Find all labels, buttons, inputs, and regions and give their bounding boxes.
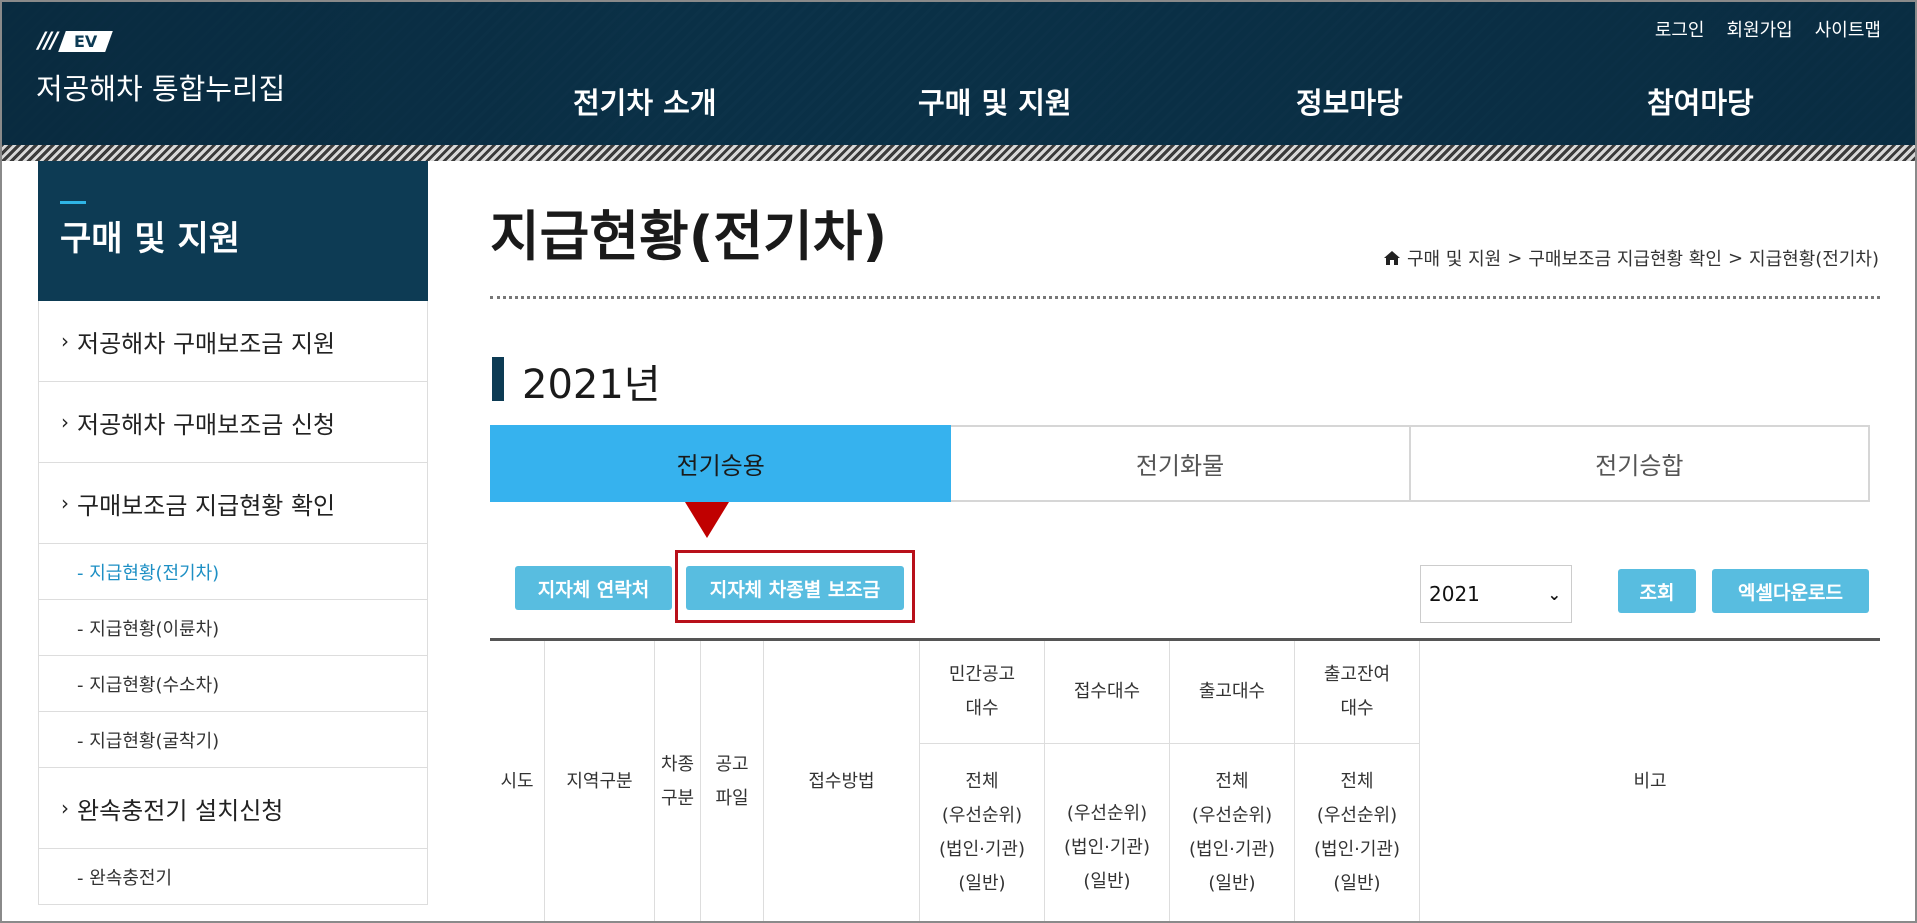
chevron-right-icon: ›: [61, 410, 69, 434]
sidebar-item-subsidy-apply[interactable]: › 저공해차 구매보조금 신청: [39, 382, 427, 463]
utility-menu: 로그인 회원가입 사이트맵: [1655, 16, 1881, 42]
header-divider: [0, 145, 1917, 161]
col-header-released: 출고대수: [1170, 641, 1295, 744]
vehicle-type-tabs: 전기승용 전기화물 전기승합: [490, 425, 1870, 502]
sidebar-header: 구매 및 지원: [38, 161, 428, 301]
year-select[interactable]: 2021 ⌄: [1420, 565, 1572, 623]
annotation-highlight-box: [675, 550, 915, 623]
sitemap-link[interactable]: 사이트맵: [1815, 16, 1881, 42]
col-header-remaining: 출고잔여 대수: [1295, 641, 1420, 744]
nav-info[interactable]: 정보마당: [1296, 80, 1403, 122]
subheader-public-notice: 전체 (우선순위) (법인·기관) (일반): [920, 744, 1045, 923]
nav-ev-intro[interactable]: 전기차 소개: [573, 80, 717, 122]
col-header-notice-file: 공고 파일: [701, 641, 764, 923]
sidebar-accent: [60, 201, 86, 204]
chevron-right-icon: ›: [61, 329, 69, 353]
breadcrumb-item[interactable]: 지급현황(전기차): [1749, 245, 1879, 271]
breadcrumb-item[interactable]: 구매 및 지원: [1407, 245, 1501, 271]
chevron-down-icon: ⌄: [1547, 584, 1561, 604]
chevron-right-icon: ›: [61, 491, 69, 515]
site-header: /// EV 저공해차 통합누리집 로그인 회원가입 사이트맵 전기차 소개 구…: [0, 0, 1917, 145]
logo-ev-badge: EV: [58, 30, 114, 52]
breadcrumb: 구매 및 지원 > 구매보조금 지급현황 확인 > 지급현황(전기차): [1383, 245, 1879, 271]
site-logo[interactable]: /// EV: [38, 28, 114, 54]
sidebar-item-label: 완속충전기 설치신청: [77, 796, 284, 825]
local-gov-contact-button[interactable]: 지자체 연락처: [515, 566, 672, 610]
sidebar-subitem-hydrogen-status[interactable]: - 지급현황(수소차): [39, 656, 427, 712]
breadcrumb-item[interactable]: 구매보조금 지급현황 확인: [1528, 245, 1722, 271]
breadcrumb-separator: >: [1727, 247, 1744, 269]
header-background: [0, 0, 1917, 145]
sidebar-item-subsidy-support[interactable]: › 저공해차 구매보조금 지원: [39, 301, 427, 382]
login-link[interactable]: 로그인: [1655, 16, 1705, 42]
sidebar-item-label: 저공해차 구매보조금 지원: [77, 329, 336, 358]
page-title: 지급현황(전기차): [490, 205, 888, 268]
col-header-received: 접수대수: [1045, 641, 1170, 744]
col-header-note: 비고: [1420, 641, 1880, 923]
col-header-car-type: 차종 구분: [655, 641, 701, 923]
col-header-public-notice: 민간공고 대수: [920, 641, 1045, 744]
year-heading: 2021년: [522, 362, 661, 408]
excel-download-button[interactable]: 엑셀다운로드: [1712, 569, 1869, 613]
sidebar-menu: › 저공해차 구매보조금 지원 › 저공해차 구매보조금 신청 › 구매보조금 …: [38, 301, 428, 905]
logo-slashes: ///: [38, 28, 58, 54]
chevron-right-icon: ›: [61, 796, 69, 820]
nav-participation[interactable]: 참여마당: [1647, 80, 1754, 122]
col-header-sido: 시도: [490, 641, 545, 923]
subheader-remaining: 전체 (우선순위) (법인·기관) (일반): [1295, 744, 1420, 923]
breadcrumb-separator: >: [1507, 247, 1523, 269]
sidebar-subitem-motorcycle-status[interactable]: - 지급현황(이륜차): [39, 600, 427, 656]
year-select-value: 2021: [1429, 582, 1480, 606]
annotation-arrow-icon: [685, 502, 729, 538]
subheader-received: (우선순위) (법인·기관) (일반): [1045, 744, 1170, 923]
sidebar-subitem-slow-charger[interactable]: - 완속충전기: [39, 849, 427, 905]
subheader-released: 전체 (우선순위) (법인·기관) (일반): [1170, 744, 1295, 923]
site-name[interactable]: 저공해차 통합누리집: [36, 66, 285, 108]
sidebar-item-subsidy-status[interactable]: › 구매보조금 지급현황 확인: [39, 463, 427, 544]
sidebar-item-label: 저공해차 구매보조금 신청: [77, 410, 336, 439]
title-divider: [490, 296, 1880, 299]
col-header-region: 지역구분: [545, 641, 655, 923]
sidebar-title: 구매 및 지원: [60, 219, 241, 259]
home-icon[interactable]: [1383, 250, 1401, 266]
sidebar-subitem-ev-status[interactable]: - 지급현황(전기차): [39, 544, 427, 600]
sidebar-subitem-excavator-status[interactable]: - 지급현황(굴착기): [39, 712, 427, 768]
tab-ev-truck[interactable]: 전기화물: [951, 425, 1411, 502]
sidebar-item-label: 구매보조금 지급현황 확인: [77, 491, 336, 520]
tab-ev-bus[interactable]: 전기승합: [1410, 425, 1870, 502]
sidebar-item-charger-install[interactable]: › 완속충전기 설치신청: [39, 768, 427, 849]
col-header-method: 접수방법: [764, 641, 920, 923]
year-accent: [492, 357, 504, 401]
nav-purchase-support[interactable]: 구매 및 지원: [918, 80, 1072, 122]
tab-ev-passenger[interactable]: 전기승용: [490, 425, 952, 502]
search-button[interactable]: 조회: [1618, 569, 1696, 613]
signup-link[interactable]: 회원가입: [1727, 16, 1793, 42]
